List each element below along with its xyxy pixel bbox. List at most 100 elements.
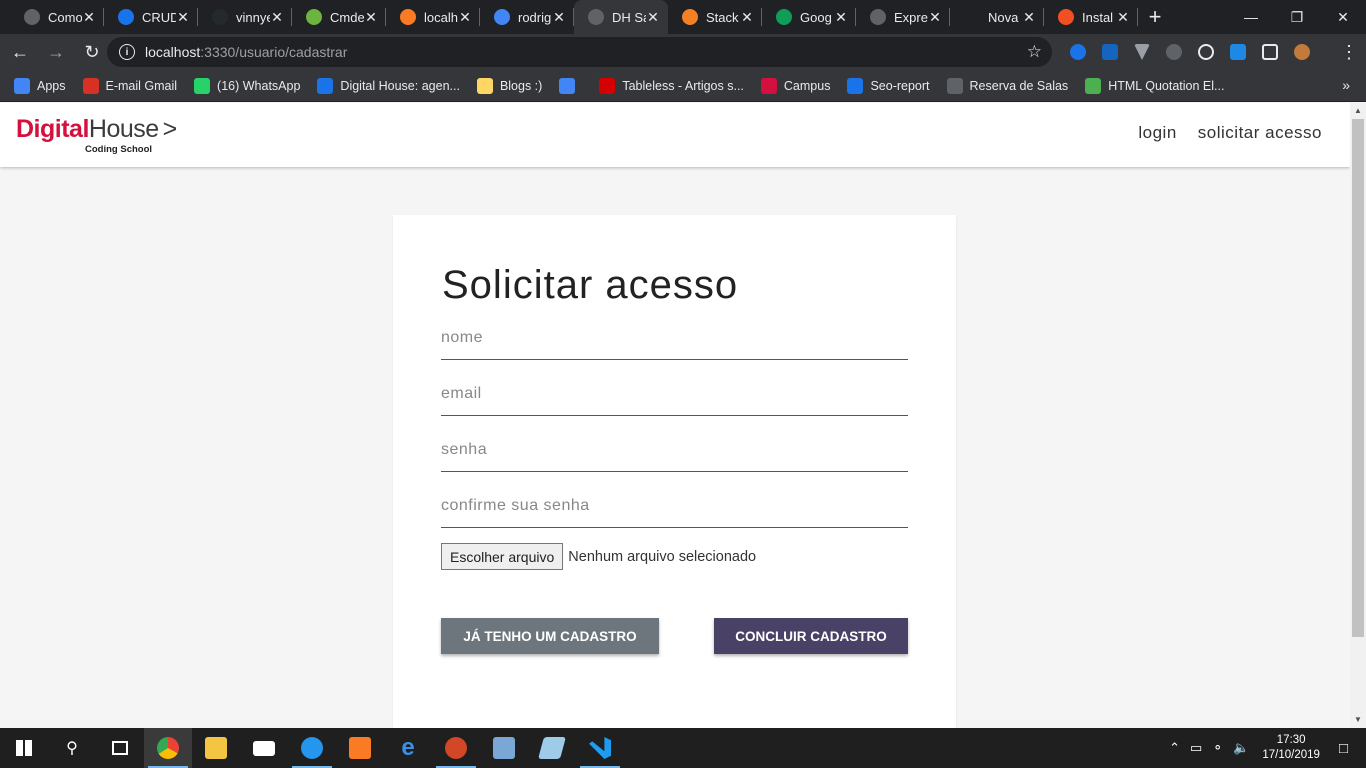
bookmark-item[interactable]: Blogs :) (476, 77, 542, 94)
browser-tab[interactable]: DH Sa✕ (574, 0, 668, 34)
confirm-password-input[interactable] (441, 488, 908, 524)
vscode-icon[interactable] (576, 728, 624, 768)
react-devtools-icon[interactable] (1190, 34, 1222, 70)
extension-icon[interactable] (1158, 34, 1190, 70)
avatar[interactable] (1286, 34, 1318, 70)
scroll-up-icon[interactable]: ▲ (1354, 106, 1362, 115)
bookmark-star-icon[interactable]: ☆ (1027, 42, 1042, 62)
file-explorer-icon[interactable] (192, 728, 240, 768)
tab-close-icon[interactable]: ✕ (82, 9, 96, 26)
close-window-icon[interactable]: ✕ (1320, 0, 1366, 34)
extension-icon[interactable] (1062, 34, 1094, 70)
task-view-icon[interactable] (96, 728, 144, 768)
browser-tab[interactable]: localh ✕ (386, 0, 480, 34)
edge-icon[interactable]: e (384, 728, 432, 768)
browser-tab[interactable]: Como ✕ (10, 0, 104, 34)
browser-tab[interactable]: Stack ✕ (668, 0, 762, 34)
restore-icon[interactable]: ❐ (1274, 0, 1320, 34)
tab-title: localh (424, 9, 458, 25)
picture-in-picture-icon[interactable] (1254, 34, 1286, 70)
new-tab-button[interactable]: + (1138, 0, 1172, 34)
forward-icon[interactable]: → (40, 36, 72, 68)
minimize-icon[interactable]: — (1228, 0, 1274, 34)
browser-tab[interactable]: Expre ✕ (856, 0, 950, 34)
name-field-wrapper (441, 320, 908, 360)
docker-icon[interactable] (288, 728, 336, 768)
browser-menu-icon[interactable]: ⋮ (1340, 34, 1358, 70)
tab-close-icon[interactable]: ✕ (458, 9, 472, 26)
search-icon[interactable]: ⚲ (48, 728, 96, 768)
bookmark-favicon-icon (14, 77, 30, 94)
reload-icon[interactable]: ↻ (76, 36, 108, 68)
password-input[interactable] (441, 432, 908, 468)
address-path: :3330/usuario/cadastrar (200, 44, 348, 60)
tab-close-icon[interactable]: ✕ (646, 9, 660, 26)
digital-house-logo[interactable]: DigitalHouse > Coding School (16, 115, 177, 155)
tab-close-icon[interactable]: ✕ (928, 9, 942, 26)
already-registered-button[interactable]: JÁ TENHO UM CADASTRO (441, 618, 659, 654)
tab-close-icon[interactable]: ✕ (270, 9, 284, 26)
extension-icon[interactable] (1094, 34, 1126, 70)
address-bar[interactable]: i localhost:3330/usuario/cadastrar ☆ (107, 37, 1052, 67)
page-scrollbar[interactable]: ▲ ▼ (1350, 103, 1366, 728)
battery-icon[interactable]: ▭ (1190, 740, 1202, 756)
bookmarks-overflow-icon[interactable]: » (1342, 77, 1350, 93)
tab-title: DH Sa (612, 9, 646, 25)
mail-icon[interactable] (240, 728, 288, 768)
tab-close-icon[interactable]: ✕ (740, 9, 754, 26)
tab-close-icon[interactable]: ✕ (834, 9, 848, 26)
bookmark-item[interactable]: Digital House: agen... (317, 77, 460, 94)
bookmark-item[interactable]: (16) WhatsApp (194, 77, 300, 94)
back-icon[interactable]: ← (4, 36, 36, 68)
bookmark-item[interactable]: HTML Quotation El... (1085, 77, 1224, 94)
taskbar-clock[interactable]: 17:30 17/10/2019 (1262, 733, 1320, 763)
windows-start-icon[interactable] (0, 728, 48, 768)
browser-tab[interactable]: rodrig ✕ (480, 0, 574, 34)
site-info-icon[interactable]: i (119, 44, 135, 60)
scroll-down-icon[interactable]: ▼ (1354, 715, 1362, 724)
bookmark-favicon-icon (946, 77, 963, 94)
browser-tab[interactable]: Instal ✕ (1044, 0, 1138, 34)
chevron-up-icon[interactable]: ⌃ (1169, 740, 1180, 756)
complete-registration-button[interactable]: CONCLUIR CADASTRO (714, 618, 908, 654)
tab-favicon-icon (1058, 9, 1074, 25)
network-app-icon[interactable] (480, 728, 528, 768)
bookmark-item[interactable]: Tableless - Artigos s... (599, 77, 744, 94)
chrome-icon[interactable] (144, 728, 192, 768)
notes-app-icon[interactable] (528, 728, 576, 768)
scrollbar-thumb[interactable] (1352, 119, 1364, 637)
tab-close-icon[interactable]: ✕ (364, 9, 378, 26)
bookmark-item[interactable]: Seo-report (847, 77, 930, 94)
volume-icon[interactable]: 🔈 (1233, 740, 1249, 756)
tab-title: CRUD (142, 9, 176, 25)
tab-title: Instal (1082, 9, 1114, 25)
browser-tab[interactable]: CRUD ✕ (104, 0, 198, 34)
browser-tab[interactable]: Nova guia✕ (950, 0, 1044, 34)
bookmark-item[interactable]: Campus (760, 77, 830, 94)
extension-icon[interactable] (1222, 34, 1254, 70)
browser-tab[interactable]: Cmde ✕ (292, 0, 386, 34)
choose-file-button[interactable]: Escolher arquivo (441, 543, 564, 570)
nav-signup-link[interactable]: solicitar acesso (1198, 123, 1322, 143)
xampp-icon[interactable] (336, 728, 384, 768)
name-input[interactable] (441, 320, 908, 356)
wifi-icon[interactable]: ⚬ (1212, 740, 1223, 756)
bookmark-item[interactable]: E-mail Gmail (82, 77, 177, 94)
vue-devtools-icon[interactable] (1126, 34, 1158, 70)
tab-close-icon[interactable]: ✕ (176, 9, 190, 26)
tab-close-icon[interactable]: ✕ (552, 9, 566, 26)
browser-tab[interactable]: vinnye ✕ (198, 0, 292, 34)
powerpoint-icon[interactable] (432, 728, 480, 768)
email-field-wrapper (441, 376, 908, 416)
bookmark-item[interactable]: Apps (14, 77, 66, 94)
browser-tab[interactable]: Goog ✕ (762, 0, 856, 34)
nav-login-link[interactable]: login (1138, 123, 1176, 143)
tab-close-icon[interactable]: ✕ (1022, 9, 1036, 26)
bookmark-item[interactable]: Reserva de Salas (946, 77, 1068, 94)
notifications-icon[interactable]: □ (1339, 740, 1348, 757)
tab-close-icon[interactable]: ✕ (1116, 9, 1130, 26)
bookmark-item[interactable] (559, 77, 582, 94)
tab-favicon-icon (24, 9, 40, 25)
email-input[interactable] (441, 376, 908, 412)
tab-favicon-icon (400, 9, 416, 25)
